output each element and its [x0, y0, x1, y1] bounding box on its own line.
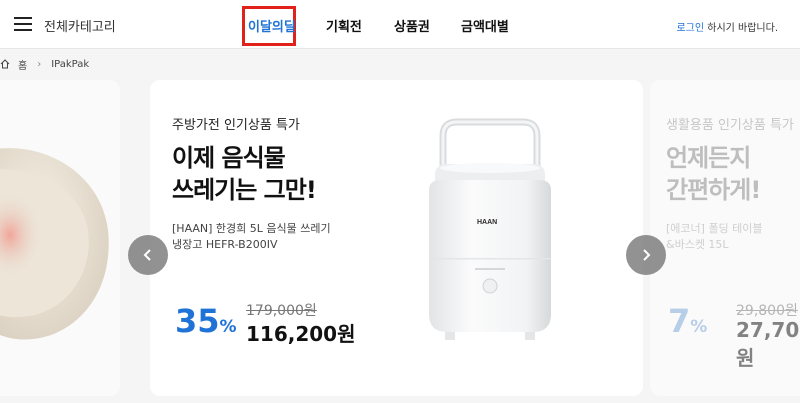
next-original-price: 29,800원 [736, 303, 798, 319]
menu-icon[interactable] [14, 17, 32, 31]
next-slide-product-line1: [에코너] 폴딩 테이블 [666, 222, 763, 235]
slide-headline-line2: 쓰레기는 그만! [172, 176, 317, 204]
sale-price: 116,200원 [246, 322, 356, 346]
login-prompt: 로그인 하시기 바랍니다. [676, 19, 778, 34]
next-slide-headline: 언제든지 간편하게! [666, 142, 761, 206]
breadcrumb-current: IPakPak [51, 58, 90, 70]
carousel-next-button[interactable] [626, 235, 666, 275]
massager-product-image [0, 148, 109, 340]
next-discount-unit: % [690, 317, 708, 337]
carousel-prev-button[interactable] [128, 235, 168, 275]
slide-eyebrow: 주방가전 인기상품 특가 [172, 118, 300, 133]
discount-value: 35 [175, 302, 220, 340]
next-discount-value: 7 [668, 302, 691, 340]
nav-item-by-price[interactable]: 금액대별 [461, 16, 509, 35]
carousel-slide-prev[interactable] [0, 80, 120, 396]
next-slide-headline-line2: 간편하게! [666, 176, 761, 204]
next-slide-product-name: [에코너] 폴딩 테이블 &바스켓 15L [666, 221, 763, 253]
carousel-slide-next[interactable]: 생활용품 인기상품 특가 언제든지 간편하게! [에코너] 폴딩 테이블 &바스… [650, 80, 800, 396]
next-discount-rate: 7% [668, 302, 707, 340]
discount-rate: 35% [175, 302, 237, 340]
original-price: 179,000원 [246, 303, 317, 319]
chevron-left-icon [143, 249, 151, 261]
slide-product-name-line1: [HAAN] 한경희 5L 음식물 쓰레기 [172, 222, 331, 235]
breadcrumb-separator: › [37, 58, 42, 70]
slide-product-name[interactable]: [HAAN] 한경희 5L 음식물 쓰레기 냉장고 HEFR-B200IV [172, 221, 331, 253]
slide-product-name-line2: 냉장고 HEFR-B200IV [172, 238, 278, 251]
discount-unit: % [219, 317, 237, 337]
food-waste-fridge-product-image: HAAN [429, 118, 551, 340]
login-link[interactable]: 로그인 [676, 23, 704, 34]
slide-headline: 이제 음식물 쓰레기는 그만! [172, 142, 317, 206]
nav-item-exhibition[interactable]: 기획전 [326, 16, 362, 35]
chevron-right-icon [643, 249, 651, 261]
product-brand-label: HAAN [477, 219, 497, 226]
next-slide-headline-line1: 언제든지 [666, 144, 751, 172]
breadcrumb-home[interactable]: 홈 [18, 57, 27, 72]
login-prompt-text: 하시기 바랍니다. [704, 23, 778, 34]
next-sale-price: 27,700원 [736, 318, 800, 370]
home-icon[interactable] [0, 59, 10, 69]
next-slide-eyebrow: 생활용품 인기상품 특가 [666, 118, 794, 133]
slide-headline-line1: 이제 음식물 [172, 144, 286, 172]
nav-item-gift-card[interactable]: 상품권 [394, 16, 430, 35]
carousel-slide-main[interactable]: 주방가전 인기상품 특가 이제 음식물 쓰레기는 그만! [HAAN] 한경희 … [150, 80, 643, 396]
nav-item-monthly-deal[interactable]: 이달의딜 [248, 16, 296, 35]
next-slide-product-line2: &바스켓 15L [666, 238, 729, 251]
top-header: 전체카테고리 이달의딜 기획전 상품권 금액대별 로그인 하시기 바랍니다. [0, 0, 800, 49]
breadcrumb: 홈 › IPakPak [0, 55, 89, 73]
all-categories-button[interactable]: 전체카테고리 [44, 16, 116, 35]
